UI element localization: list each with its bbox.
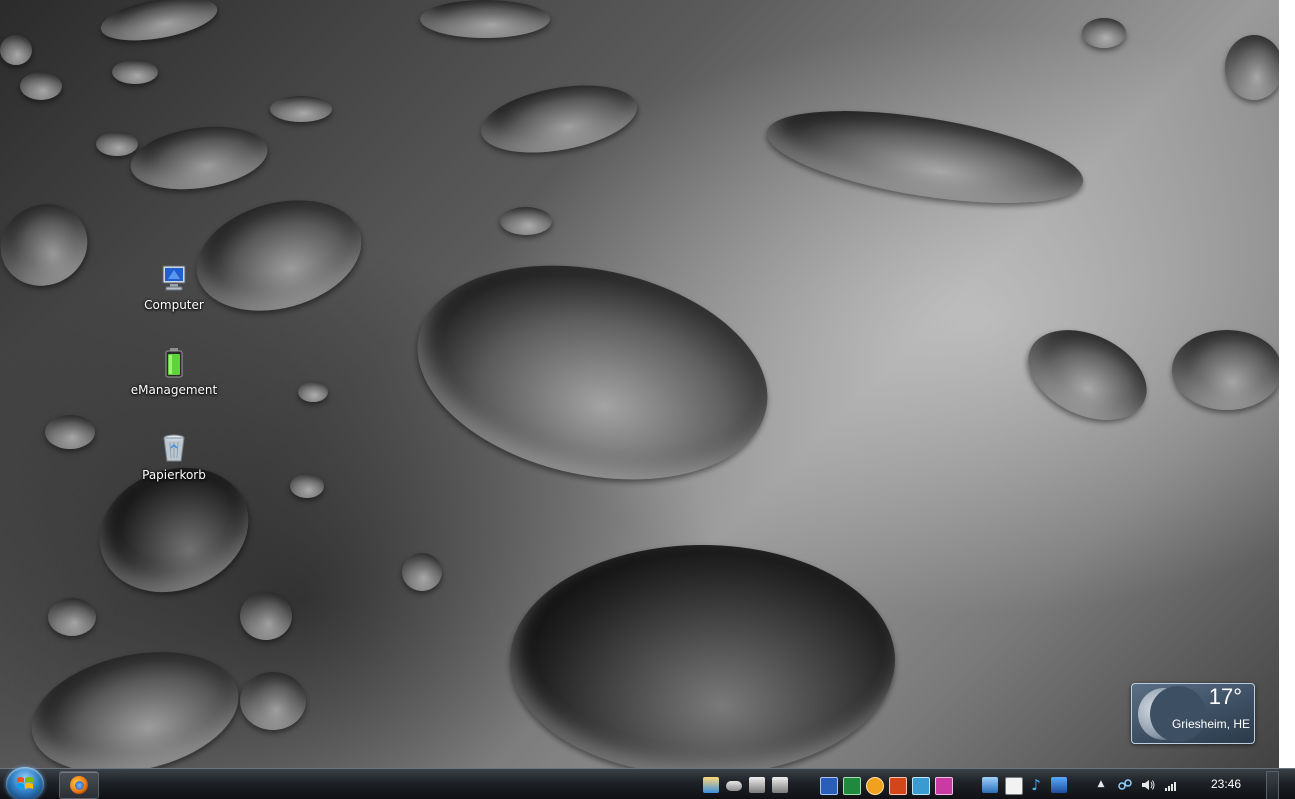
windows-start-icon bbox=[17, 777, 33, 789]
document-icon[interactable] bbox=[1005, 777, 1023, 795]
moon-shade bbox=[1150, 686, 1206, 742]
desktop[interactable]: Computer eManagement Papierkorb 17° Grie… bbox=[0, 0, 1295, 799]
word-icon[interactable] bbox=[820, 777, 838, 795]
weather-temperature: 17° bbox=[1208, 684, 1242, 709]
show-desktop-button[interactable] bbox=[1266, 771, 1279, 799]
desktop-icon-computer[interactable]: Computer bbox=[129, 262, 219, 312]
desktop-icon-label: eManagement bbox=[130, 383, 218, 397]
volume-icon[interactable] bbox=[1140, 777, 1156, 793]
desktop-icon-label: Papierkorb bbox=[142, 468, 206, 482]
start-button[interactable] bbox=[6, 767, 44, 799]
taskbar: ♪ ▲ 23:46 bbox=[0, 767, 1295, 799]
battery-icon bbox=[165, 348, 183, 378]
clock[interactable]: 23:46 bbox=[1205, 777, 1247, 793]
excel-icon[interactable] bbox=[843, 777, 861, 795]
tray-arrow-icon[interactable]: ▲ bbox=[1095, 778, 1107, 790]
network-icon[interactable] bbox=[1117, 777, 1133, 793]
media-icon[interactable] bbox=[1051, 777, 1067, 793]
taskbar-firefox-button[interactable] bbox=[59, 771, 99, 799]
desktop-icon-label: Computer bbox=[144, 298, 204, 312]
explorer-tools-icon[interactable] bbox=[703, 777, 719, 793]
network-drive-2-icon[interactable] bbox=[772, 777, 788, 793]
computer-icon bbox=[162, 265, 186, 291]
window-icon[interactable] bbox=[982, 777, 998, 793]
onenote-icon[interactable] bbox=[935, 777, 953, 795]
publisher-icon[interactable] bbox=[912, 777, 930, 795]
powerpoint-icon[interactable] bbox=[889, 777, 907, 795]
network-drive-icon[interactable] bbox=[749, 777, 765, 793]
firefox-icon bbox=[70, 776, 88, 794]
weather-location: Griesheim, HE bbox=[1171, 717, 1250, 731]
weather-gadget[interactable]: 17° Griesheim, HE bbox=[1131, 683, 1255, 744]
signal-icon[interactable] bbox=[1163, 777, 1179, 793]
screen-edge bbox=[1279, 0, 1295, 770]
outlook-icon[interactable] bbox=[866, 777, 884, 795]
music-icon[interactable]: ♪ bbox=[1028, 777, 1044, 793]
recycle-bin-icon bbox=[163, 434, 185, 462]
drive-icon[interactable] bbox=[726, 781, 742, 791]
desktop-icon-emanagement[interactable]: eManagement bbox=[129, 347, 219, 397]
desktop-icon-recycle-bin[interactable]: Papierkorb bbox=[129, 432, 219, 482]
